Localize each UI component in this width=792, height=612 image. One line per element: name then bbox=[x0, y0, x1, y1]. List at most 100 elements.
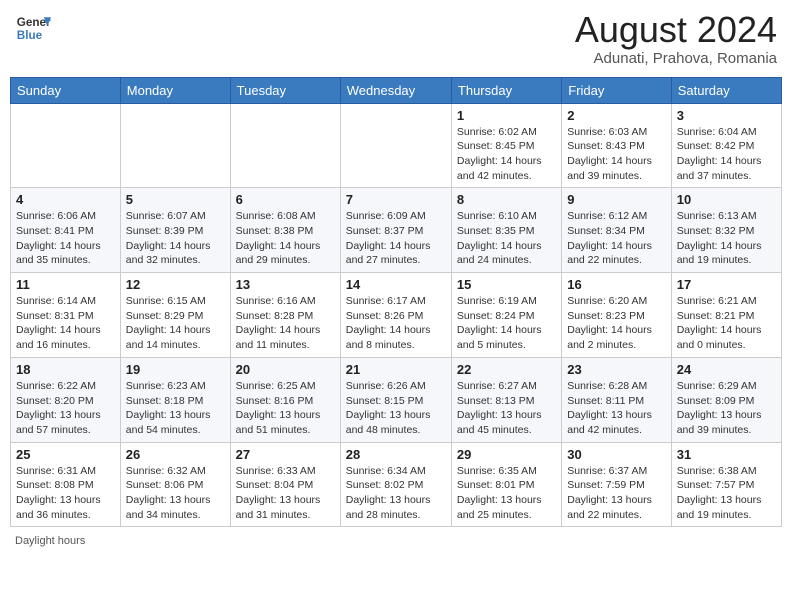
calendar-cell: 28 Sunrise: 6:34 AM Sunset: 8:02 PM Dayli… bbox=[340, 442, 451, 527]
day-number: 20 bbox=[236, 362, 335, 377]
svg-text:Blue: Blue bbox=[17, 29, 43, 42]
day-number: 8 bbox=[457, 192, 556, 207]
day-number: 30 bbox=[567, 447, 665, 462]
calendar-cell: 20Sunrise: 6:25 AM Sunset: 8:16 PM Dayli… bbox=[230, 357, 340, 442]
day-number: 19 bbox=[126, 362, 225, 377]
calendar-cell: 9 Sunrise: 6:12 AM Sunset: 8:34 PM Daylig… bbox=[562, 188, 671, 273]
day-info: Sunrise: 6:33 AM Sunset: 8:04 PM Dayligh… bbox=[236, 464, 335, 523]
title-block: August 2024 Adunati, Prahova, Romania bbox=[575, 10, 777, 67]
day-info: Sunrise: 6:17 AM Sunset: 8:26 PM Dayligh… bbox=[346, 294, 446, 353]
day-info: Sunrise: 6:32 AM Sunset: 8:06 PM Dayligh… bbox=[126, 464, 225, 523]
calendar-cell: 11 Sunrise: 6:14 AM Sunset: 8:31 PM Dayli… bbox=[11, 273, 121, 358]
day-number: 25 bbox=[16, 447, 115, 462]
calendar-cell: 4 Sunrise: 6:06 AM Sunset: 8:41 PM Daylig… bbox=[11, 188, 121, 273]
day-number: 21 bbox=[346, 362, 446, 377]
day-info: Sunrise: 6:22 AM Sunset: 8:20 PM Dayligh… bbox=[16, 379, 115, 438]
day-info: Sunrise: 6:27 AM Sunset: 8:13 PM Dayligh… bbox=[457, 379, 556, 438]
calendar-week-row: 4 Sunrise: 6:06 AM Sunset: 8:41 PM Daylig… bbox=[11, 188, 782, 273]
day-info: Sunrise: 6:07 AM Sunset: 8:39 PM Dayligh… bbox=[126, 209, 225, 268]
calendar-cell bbox=[340, 103, 451, 188]
calendar-table: SundayMondayTuesdayWednesdayThursdayFrid… bbox=[10, 77, 782, 528]
day-info: Sunrise: 6:04 AM Sunset: 8:42 PM Dayligh… bbox=[677, 125, 776, 184]
calendar-cell: 17Sunrise: 6:21 AM Sunset: 8:21 PM Dayli… bbox=[671, 273, 781, 358]
day-number: 2 bbox=[567, 108, 665, 123]
day-number: 18 bbox=[16, 362, 115, 377]
day-number: 23 bbox=[567, 362, 665, 377]
calendar-cell: 21 Sunrise: 6:26 AM Sunset: 8:15 PM Dayli… bbox=[340, 357, 451, 442]
calendar-cell: 6 Sunrise: 6:08 AM Sunset: 8:38 PM Daylig… bbox=[230, 188, 340, 273]
day-info: Sunrise: 6:31 AM Sunset: 8:08 PM Dayligh… bbox=[16, 464, 115, 523]
calendar-day-header: Friday bbox=[562, 77, 671, 103]
day-number: 14 bbox=[346, 277, 446, 292]
day-info: Sunrise: 6:38 AM Sunset: 7:57 PM Dayligh… bbox=[677, 464, 776, 523]
day-info: Sunrise: 6:28 AM Sunset: 8:11 PM Dayligh… bbox=[567, 379, 665, 438]
calendar-cell: 24 Sunrise: 6:29 AM Sunset: 8:09 PM Dayli… bbox=[671, 357, 781, 442]
day-info: Sunrise: 6:14 AM Sunset: 8:31 PM Dayligh… bbox=[16, 294, 115, 353]
day-info: Sunrise: 6:20 AM Sunset: 8:23 PM Dayligh… bbox=[567, 294, 665, 353]
calendar-cell: 27 Sunrise: 6:33 AM Sunset: 8:04 PM Dayli… bbox=[230, 442, 340, 527]
calendar-cell: 16 Sunrise: 6:20 AM Sunset: 8:23 PM Dayli… bbox=[562, 273, 671, 358]
calendar-cell bbox=[11, 103, 121, 188]
day-number: 15 bbox=[457, 277, 556, 292]
day-info: Sunrise: 6:26 AM Sunset: 8:15 PM Dayligh… bbox=[346, 379, 446, 438]
day-number: 16 bbox=[567, 277, 665, 292]
day-number: 10 bbox=[677, 192, 776, 207]
calendar-cell: 14 Sunrise: 6:17 AM Sunset: 8:26 PM Dayli… bbox=[340, 273, 451, 358]
calendar-week-row: 25 Sunrise: 6:31 AM Sunset: 8:08 PM Dayli… bbox=[11, 442, 782, 527]
calendar-cell: 8 Sunrise: 6:10 AM Sunset: 8:35 PM Daylig… bbox=[451, 188, 561, 273]
calendar-cell: 19 Sunrise: 6:23 AM Sunset: 8:18 PM Dayli… bbox=[120, 357, 230, 442]
day-number: 5 bbox=[126, 192, 225, 207]
calendar-cell: 18 Sunrise: 6:22 AM Sunset: 8:20 PM Dayli… bbox=[11, 357, 121, 442]
calendar-week-row: 11 Sunrise: 6:14 AM Sunset: 8:31 PM Dayli… bbox=[11, 273, 782, 358]
calendar-cell: 15 Sunrise: 6:19 AM Sunset: 8:24 PM Dayli… bbox=[451, 273, 561, 358]
calendar-cell: 3 Sunrise: 6:04 AM Sunset: 8:42 PM Daylig… bbox=[671, 103, 781, 188]
day-number: 27 bbox=[236, 447, 335, 462]
day-number: 6 bbox=[236, 192, 335, 207]
footer: Daylight hours bbox=[10, 535, 782, 547]
day-number: 31 bbox=[677, 447, 776, 462]
calendar-cell: 29 Sunrise: 6:35 AM Sunset: 8:01 PM Dayli… bbox=[451, 442, 561, 527]
day-info: Sunrise: 6:35 AM Sunset: 8:01 PM Dayligh… bbox=[457, 464, 556, 523]
calendar-cell: 26Sunrise: 6:32 AM Sunset: 8:06 PM Dayli… bbox=[120, 442, 230, 527]
day-number: 9 bbox=[567, 192, 665, 207]
day-number: 13 bbox=[236, 277, 335, 292]
calendar-cell: 30Sunrise: 6:37 AM Sunset: 7:59 PM Dayli… bbox=[562, 442, 671, 527]
calendar-day-header: Thursday bbox=[451, 77, 561, 103]
location-subtitle: Adunati, Prahova, Romania bbox=[575, 50, 777, 67]
day-info: Sunrise: 6:10 AM Sunset: 8:35 PM Dayligh… bbox=[457, 209, 556, 268]
day-number: 1 bbox=[457, 108, 556, 123]
day-info: Sunrise: 6:08 AM Sunset: 8:38 PM Dayligh… bbox=[236, 209, 335, 268]
day-info: Sunrise: 6:34 AM Sunset: 8:02 PM Dayligh… bbox=[346, 464, 446, 523]
calendar-day-header: Wednesday bbox=[340, 77, 451, 103]
day-number: 3 bbox=[677, 108, 776, 123]
day-info: Sunrise: 6:09 AM Sunset: 8:37 PM Dayligh… bbox=[346, 209, 446, 268]
day-number: 24 bbox=[677, 362, 776, 377]
day-info: Sunrise: 6:12 AM Sunset: 8:34 PM Dayligh… bbox=[567, 209, 665, 268]
calendar-day-header: Saturday bbox=[671, 77, 781, 103]
calendar-day-header: Sunday bbox=[11, 77, 121, 103]
day-number: 28 bbox=[346, 447, 446, 462]
day-info: Sunrise: 6:06 AM Sunset: 8:41 PM Dayligh… bbox=[16, 209, 115, 268]
day-number: 11 bbox=[16, 277, 115, 292]
calendar-cell bbox=[120, 103, 230, 188]
calendar-cell: 13Sunrise: 6:16 AM Sunset: 8:28 PM Dayli… bbox=[230, 273, 340, 358]
day-number: 4 bbox=[16, 192, 115, 207]
day-info: Sunrise: 6:02 AM Sunset: 8:45 PM Dayligh… bbox=[457, 125, 556, 184]
day-number: 7 bbox=[346, 192, 446, 207]
calendar-day-header: Monday bbox=[120, 77, 230, 103]
calendar-day-header: Tuesday bbox=[230, 77, 340, 103]
logo-icon: General Blue bbox=[15, 10, 51, 46]
day-info: Sunrise: 6:03 AM Sunset: 8:43 PM Dayligh… bbox=[567, 125, 665, 184]
calendar-cell: 5 Sunrise: 6:07 AM Sunset: 8:39 PM Daylig… bbox=[120, 188, 230, 273]
day-info: Sunrise: 6:19 AM Sunset: 8:24 PM Dayligh… bbox=[457, 294, 556, 353]
day-info: Sunrise: 6:13 AM Sunset: 8:32 PM Dayligh… bbox=[677, 209, 776, 268]
day-info: Sunrise: 6:29 AM Sunset: 8:09 PM Dayligh… bbox=[677, 379, 776, 438]
month-year-title: August 2024 bbox=[575, 10, 777, 50]
day-info: Sunrise: 6:23 AM Sunset: 8:18 PM Dayligh… bbox=[126, 379, 225, 438]
calendar-cell: 23 Sunrise: 6:28 AM Sunset: 8:11 PM Dayli… bbox=[562, 357, 671, 442]
logo: General Blue bbox=[15, 10, 51, 46]
calendar-cell: 2 Sunrise: 6:03 AM Sunset: 8:43 PM Daylig… bbox=[562, 103, 671, 188]
day-number: 29 bbox=[457, 447, 556, 462]
day-number: 22 bbox=[457, 362, 556, 377]
calendar-cell bbox=[230, 103, 340, 188]
